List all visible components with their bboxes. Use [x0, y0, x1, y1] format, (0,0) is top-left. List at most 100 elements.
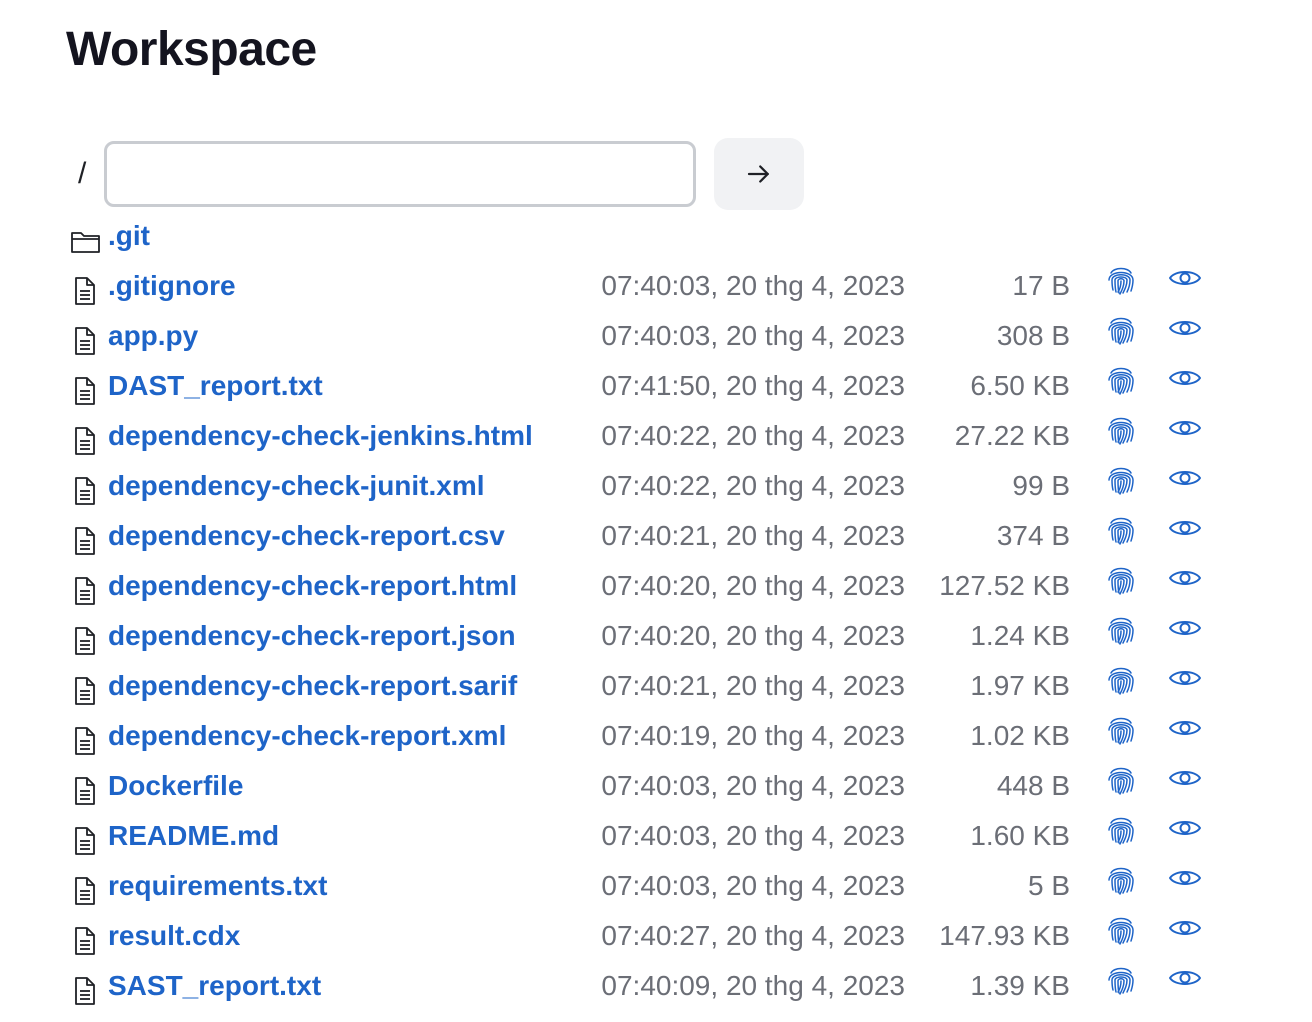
fingerprint-icon[interactable] — [1106, 264, 1138, 298]
file-text-icon — [72, 376, 102, 406]
eye-icon[interactable] — [1168, 316, 1204, 342]
file-size: 5 B — [1027, 870, 1070, 901]
path-input[interactable] — [104, 141, 696, 207]
go-button[interactable] — [714, 138, 804, 210]
file-link[interactable]: dependency-check-junit.xml — [108, 468, 485, 504]
eye-icon[interactable] — [1168, 766, 1204, 792]
fingerprint-icon[interactable] — [1106, 364, 1138, 398]
file-link[interactable]: Dockerfile — [108, 768, 243, 804]
fingerprint-icon[interactable] — [1106, 564, 1138, 598]
eye-icon[interactable] — [1168, 866, 1204, 892]
fingerprint-icon[interactable] — [1106, 964, 1138, 998]
file-link[interactable]: dependency-check-report.xml — [108, 718, 506, 754]
file-size: 308 B — [996, 320, 1070, 351]
eye-icon[interactable] — [1168, 916, 1204, 942]
file-link[interactable]: dependency-check-report.html — [108, 568, 517, 604]
file-link[interactable]: dependency-check-jenkins.html — [108, 418, 533, 454]
file-link[interactable]: .gitignore — [108, 268, 236, 304]
eye-icon[interactable] — [1168, 666, 1204, 692]
file-size: 6.50 KB — [970, 370, 1070, 401]
file-link[interactable]: SAST_report.txt — [108, 968, 321, 1004]
file-size: 1.24 KB — [970, 620, 1070, 651]
eye-icon[interactable] — [1168, 966, 1204, 992]
eye-icon[interactable] — [1168, 816, 1204, 842]
file-text-icon — [72, 776, 102, 806]
folder-icon — [70, 228, 100, 258]
eye-icon[interactable] — [1168, 716, 1204, 742]
modified-time: 07:40:27, 20 thg 4, 2023 — [601, 920, 905, 951]
file-row: dependency-check-jenkins.html 07:40:22, 2… — [0, 412, 1312, 462]
file-link[interactable]: DAST_report.txt — [108, 368, 323, 404]
file-size: 1.02 KB — [970, 720, 1070, 751]
file-link[interactable]: dependency-check-report.json — [108, 618, 516, 654]
eye-icon[interactable] — [1168, 616, 1204, 642]
folder-link[interactable]: .git — [108, 218, 150, 254]
file-row: dependency-check-report.json 07:40:20, 20… — [0, 612, 1312, 662]
file-row: dependency-check-report.sarif 07:40:21, 2… — [0, 662, 1312, 712]
arrow-right-icon — [744, 159, 774, 189]
file-text-icon — [72, 526, 102, 556]
fingerprint-icon[interactable] — [1106, 514, 1138, 548]
file-text-icon — [72, 326, 102, 356]
fingerprint-icon[interactable] — [1106, 864, 1138, 898]
file-size: 17 B — [1012, 270, 1070, 301]
file-row: Dockerfile 07:40:03, 20 thg 4, 2023 448 B — [0, 762, 1312, 812]
file-text-icon — [72, 826, 102, 856]
modified-time: 07:40:20, 20 thg 4, 2023 — [601, 570, 905, 601]
path-root-label: / — [78, 157, 87, 190]
modified-time: 07:40:21, 20 thg 4, 2023 — [601, 670, 905, 701]
fingerprint-icon[interactable] — [1106, 764, 1138, 798]
eye-icon[interactable] — [1168, 366, 1204, 392]
fingerprint-icon[interactable] — [1106, 664, 1138, 698]
file-link[interactable]: app.py — [108, 318, 198, 354]
fingerprint-icon[interactable] — [1106, 464, 1138, 498]
folder-row: .git — [0, 212, 1312, 262]
file-text-icon — [72, 476, 102, 506]
modified-time: 07:40:21, 20 thg 4, 2023 — [601, 520, 905, 551]
file-list: .git .gitignore 07:40:03, 20 thg 4, 2023 17… — [0, 212, 1312, 1012]
file-link[interactable]: result.cdx — [108, 918, 240, 954]
file-link[interactable]: README.md — [108, 818, 279, 854]
file-link[interactable]: dependency-check-report.sarif — [108, 668, 517, 704]
file-text-icon — [72, 426, 102, 456]
fingerprint-icon[interactable] — [1106, 914, 1138, 948]
fingerprint-icon[interactable] — [1106, 814, 1138, 848]
file-text-icon — [72, 676, 102, 706]
eye-icon[interactable] — [1168, 266, 1204, 292]
modified-time: 07:40:03, 20 thg 4, 2023 — [601, 870, 905, 901]
page-title: Workspace — [66, 23, 317, 76]
fingerprint-icon[interactable] — [1106, 314, 1138, 348]
file-link[interactable]: dependency-check-report.csv — [108, 518, 505, 554]
file-row: dependency-check-junit.xml 07:40:22, 20 t… — [0, 462, 1312, 512]
modified-time: 07:40:22, 20 thg 4, 2023 — [601, 420, 905, 451]
file-text-icon — [72, 876, 102, 906]
fingerprint-icon[interactable] — [1106, 414, 1138, 448]
eye-icon[interactable] — [1168, 416, 1204, 442]
eye-icon[interactable] — [1168, 566, 1204, 592]
file-link[interactable]: requirements.txt — [108, 868, 327, 904]
file-size: 127.52 KB — [939, 570, 1070, 601]
file-text-icon — [72, 726, 102, 756]
path-bar: / — [78, 138, 804, 210]
file-size: 448 B — [996, 770, 1070, 801]
file-size: 1.60 KB — [970, 820, 1070, 851]
file-row: dependency-check-report.html 07:40:20, 20… — [0, 562, 1312, 612]
file-size: 27.22 KB — [954, 420, 1070, 451]
file-row: result.cdx 07:40:27, 20 thg 4, 2023 147.93… — [0, 912, 1312, 962]
file-text-icon — [72, 276, 102, 306]
fingerprint-icon[interactable] — [1106, 714, 1138, 748]
modified-time: 07:40:03, 20 thg 4, 2023 — [601, 270, 905, 301]
file-row: dependency-check-report.csv 07:40:21, 20 … — [0, 512, 1312, 562]
modified-time: 07:41:50, 20 thg 4, 2023 — [601, 370, 905, 401]
modified-time: 07:40:20, 20 thg 4, 2023 — [601, 620, 905, 651]
file-size: 99 B — [1012, 470, 1070, 501]
eye-icon[interactable] — [1168, 466, 1204, 492]
file-text-icon — [72, 576, 102, 606]
modified-time: 07:40:03, 20 thg 4, 2023 — [601, 320, 905, 351]
eye-icon[interactable] — [1168, 516, 1204, 542]
modified-time: 07:40:09, 20 thg 4, 2023 — [601, 970, 905, 1001]
file-text-icon — [72, 976, 102, 1006]
modified-time: 07:40:03, 20 thg 4, 2023 — [601, 770, 905, 801]
fingerprint-icon[interactable] — [1106, 614, 1138, 648]
file-row: DAST_report.txt 07:41:50, 20 thg 4, 2023 6… — [0, 362, 1312, 412]
